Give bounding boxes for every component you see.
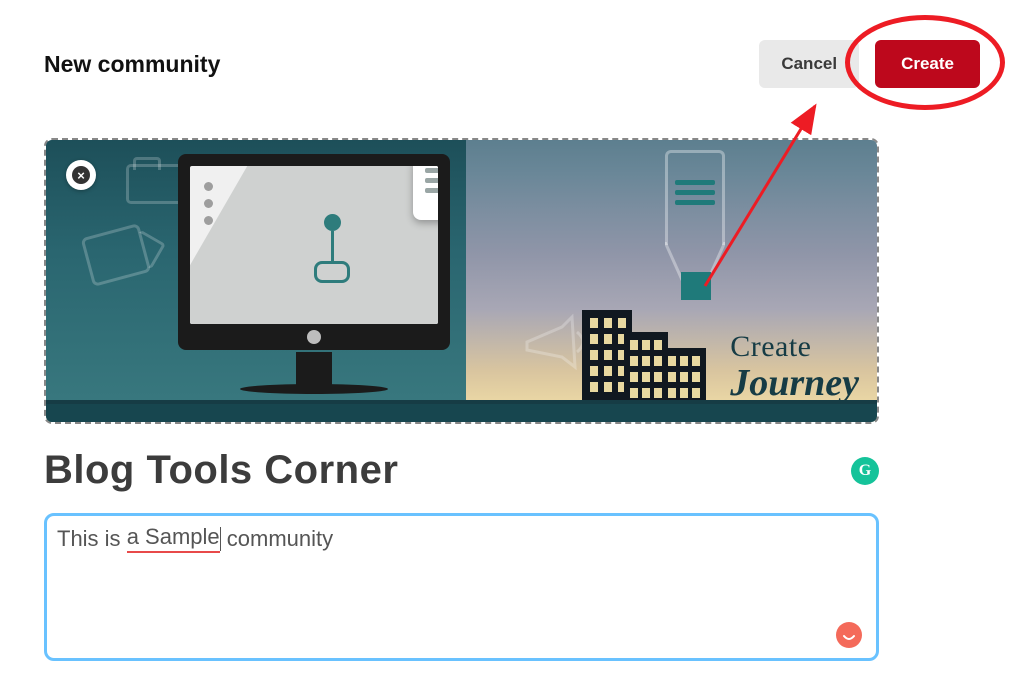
banner-caption: Create Journey — [730, 330, 859, 402]
banner-caption-line2: Journey — [730, 364, 859, 402]
community-description-input[interactable]: This is a Sample community — [44, 513, 879, 661]
buildings-illustration — [582, 284, 712, 404]
create-button[interactable]: Create — [875, 40, 980, 88]
spellcheck-underline: a Sample — [127, 524, 220, 553]
description-text: This is a Sample community — [57, 524, 333, 553]
header-bar: New community Cancel Create — [44, 40, 980, 88]
remove-cover-button[interactable]: × — [66, 160, 96, 190]
create-button-wrap: Create — [875, 40, 980, 88]
cover-image-area[interactable]: Create Journey × — [44, 138, 879, 424]
monitor-illustration — [178, 154, 450, 400]
paper-popup-icon — [413, 166, 438, 220]
folder-outline-icon — [126, 164, 186, 204]
banner-ground — [46, 404, 877, 422]
grammarly-icon[interactable]: G — [851, 457, 879, 485]
page-title: New community — [44, 51, 220, 78]
banner-caption-line1: Create — [730, 330, 859, 364]
close-icon: × — [72, 166, 90, 184]
header-buttons: Cancel Create — [759, 40, 980, 88]
grammarly-status-icon[interactable] — [836, 622, 862, 648]
community-name-input[interactable]: Blog Tools Corner — [44, 448, 398, 493]
cancel-button[interactable]: Cancel — [759, 40, 859, 88]
